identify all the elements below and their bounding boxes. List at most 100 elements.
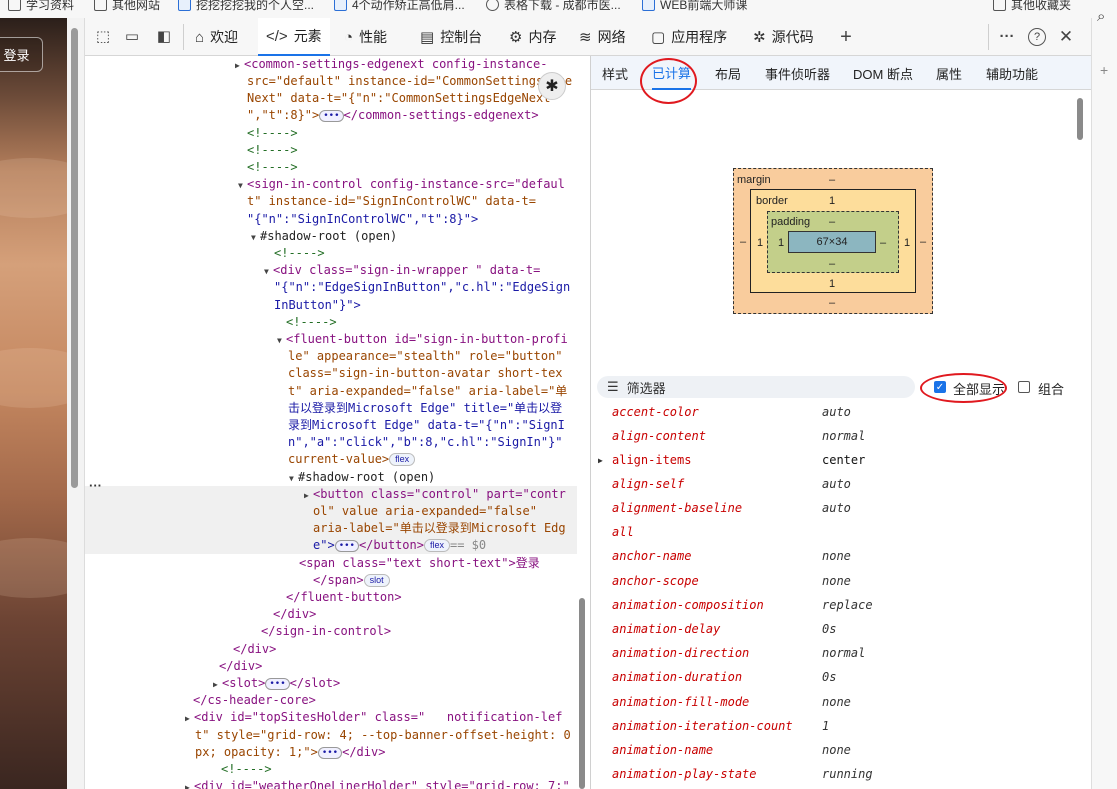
padding-top-value: – [829,216,836,228]
computed-property-row[interactable]: align-content normal [591,428,1071,452]
box-model-padding: padding – – 1 – 67×34 [767,211,899,273]
computed-property-row[interactable]: animation-name none [591,742,1071,766]
group-label: 组合 [1038,382,1065,397]
computed-filter-bar: ☰ 筛选器 ✓ 全部显示 组合 [591,374,1091,400]
collapse-triangle-icon[interactable]: ▼ [289,470,298,487]
bookmark-link[interactable]: 挖挖挖挖我的个人空... [178,0,314,13]
red-annotation-circle [920,373,1007,403]
tab-application[interactable]: ▢ 应用程序 [651,18,727,56]
computed-property-row[interactable]: accent-color auto [591,404,1071,428]
collapse-triangle-icon[interactable]: ▼ [264,263,273,280]
tab-elements[interactable]: </> 元素 [258,18,330,56]
sidebar-scrollbar-thumb[interactable] [1077,98,1083,140]
close-icon[interactable]: ✕ [1057,28,1075,46]
group-checkbox[interactable] [1018,381,1030,393]
device-emulation-icon[interactable]: ▭ [123,28,141,46]
dom-node-close: </cs-header-core> [193,693,316,707]
shadow-root-node[interactable]: ▼ #shadow-root (open) [85,228,577,246]
tab-memory[interactable]: ⚙ 内存 [509,18,556,56]
computed-property-row[interactable]: align-self auto [591,476,1071,500]
dom-node[interactable]: <span class="text short-text">登录 [85,555,577,572]
tab-sources[interactable]: ✲ 源代码 [753,18,814,56]
node-actions-ellipsis-icon[interactable]: ··· [89,478,102,493]
page-login-button[interactable]: 登录 [0,37,43,72]
accessibility-icon[interactable]: ✱ [538,72,566,100]
bookmark-link[interactable]: 表格下载 - 成都市医... [486,0,621,13]
collapse-triangle-icon[interactable]: ▼ [238,177,247,194]
collapsed-content-badge[interactable]: ••• [319,109,344,122]
filter-input[interactable]: ☰ 筛选器 [597,376,915,398]
collapsed-content-badge[interactable]: ••• [334,539,359,552]
dom-node[interactable]: ▶ <div id="weatherOneLinerHolder" style="… [85,778,577,789]
expand-triangle-icon[interactable]: ▶ [185,710,194,727]
elements-dom-tree: ▶ <common-settings-edgenext config-instan… [85,56,577,789]
tab-dom-breakpoints[interactable]: DOM 断点 [853,56,913,90]
collapse-triangle-icon[interactable]: ▼ [277,332,286,349]
tab-event-listeners[interactable]: 事件侦听器 [765,56,830,90]
dom-comment: <!----> [286,315,337,329]
bookmark-link[interactable]: 4个动作矫正高低肩... [334,0,465,13]
add-icon[interactable]: + [1100,62,1108,78]
dom-node-continuation: ol" value aria-expanded="false" [85,503,577,521]
dom-node[interactable]: ▼ <div class="sign-in-wrapper " data-t= [85,262,577,280]
slot-badge[interactable]: slot [363,574,390,587]
tab-network[interactable]: ≋ 网络 [579,18,626,56]
tab-welcome[interactable]: ⌂ 欢迎 [195,18,238,56]
bookmark-folder[interactable]: 其他网站 [94,0,160,13]
computed-property-row[interactable]: animation-play-state running [591,766,1071,789]
margin-left-value: – [740,236,747,248]
inspect-element-icon[interactable]: ⬚ [94,28,112,46]
page-scrollbar-track [67,18,85,789]
dom-node[interactable]: ▼ <fluent-button id="sign-in-button-profi [85,331,577,349]
help-icon[interactable]: ? [1028,28,1046,46]
dom-node[interactable]: ▼ <sign-in-control config-instance-src="d… [85,176,577,194]
more-options-icon[interactable]: ··· [998,28,1016,46]
bookmark-folder[interactable]: 学习资料 [8,0,74,13]
dom-node-continuation: </span> slot [85,572,577,589]
computed-property-row[interactable]: animation-duration 0s [591,669,1071,693]
computed-sidebar: 样式 已计算 布局 事件侦听器 DOM 断点 属性 辅助功能 margin – … [591,56,1091,789]
collapsed-content-badge[interactable]: ••• [265,677,290,690]
add-tab-icon[interactable]: + [837,27,855,47]
collapsed-content-badge[interactable]: ••• [317,746,343,759]
expand-triangle-icon[interactable]: ▶ [304,487,313,504]
tab-layout[interactable]: 布局 [715,56,741,90]
flex-badge[interactable]: flex [389,453,416,466]
tab-styles[interactable]: 样式 [602,56,628,90]
flex-badge[interactable]: flex [423,539,450,552]
computed-property-row[interactable]: anchor-scope none [591,573,1071,597]
tab-properties[interactable]: 属性 [936,56,962,90]
bookmark-link[interactable]: WEB前端大师课 [642,0,747,13]
shadow-root-node[interactable]: ▼ #shadow-root (open) [85,469,577,487]
elements-scrollbar-thumb[interactable] [579,598,585,789]
padding-right-value: – [880,237,887,249]
search-icon[interactable]: ⌕ [1097,8,1105,25]
computed-property-row[interactable]: animation-fill-mode none [591,694,1071,718]
computed-property-row[interactable]: animation-composition replace [591,597,1071,621]
computed-property-row[interactable]: animation-iteration-count 1 [591,718,1071,742]
dom-node[interactable]: ▶ <div id="topSitesHolder" class=" notifi… [85,709,577,727]
dom-node-selected[interactable]: ▶ <button class="control" part="contr [85,486,577,505]
expand-triangle-icon[interactable]: ▶ [235,57,244,74]
tab-accessibility[interactable]: 辅助功能 [986,56,1038,90]
page-scrollbar-thumb[interactable] [71,28,78,488]
computed-property-row[interactable]: ▶ align-items center [591,452,1071,476]
dom-node[interactable]: ▶ <common-settings-edgenext config-instan… [85,56,577,74]
collapse-triangle-icon[interactable]: ▼ [251,229,260,246]
margin-top-value: – [829,174,836,186]
computed-property-row[interactable]: all [591,524,1071,548]
expand-triangle-icon[interactable]: ▶ [213,676,222,693]
computed-property-row[interactable]: alignment-baseline auto [591,500,1071,524]
expand-triangle-icon[interactable]: ▶ [185,779,194,789]
dom-node-continuation: t" aria-expanded="false" aria-label="单 [288,384,568,398]
tab-performance[interactable]: ◔ 性能 [344,18,387,56]
expand-triangle-icon[interactable]: ▶ [598,456,603,465]
computed-property-row[interactable]: anchor-name none [591,548,1071,572]
dom-node-continuation: n","a":"click","b":8,"c.hl":"SignIn"}" [288,435,563,449]
dom-node[interactable]: ▶ <slot> ••• </slot> [85,675,577,693]
tab-console[interactable]: ▤ 控制台 [420,18,482,56]
computed-property-row[interactable]: animation-delay 0s [591,621,1071,645]
computed-property-row[interactable]: animation-direction normal [591,645,1071,669]
dock-side-icon[interactable]: ◧ [155,28,173,46]
bookmark-other-folder[interactable]: 其他收藏夹 [993,0,1071,13]
